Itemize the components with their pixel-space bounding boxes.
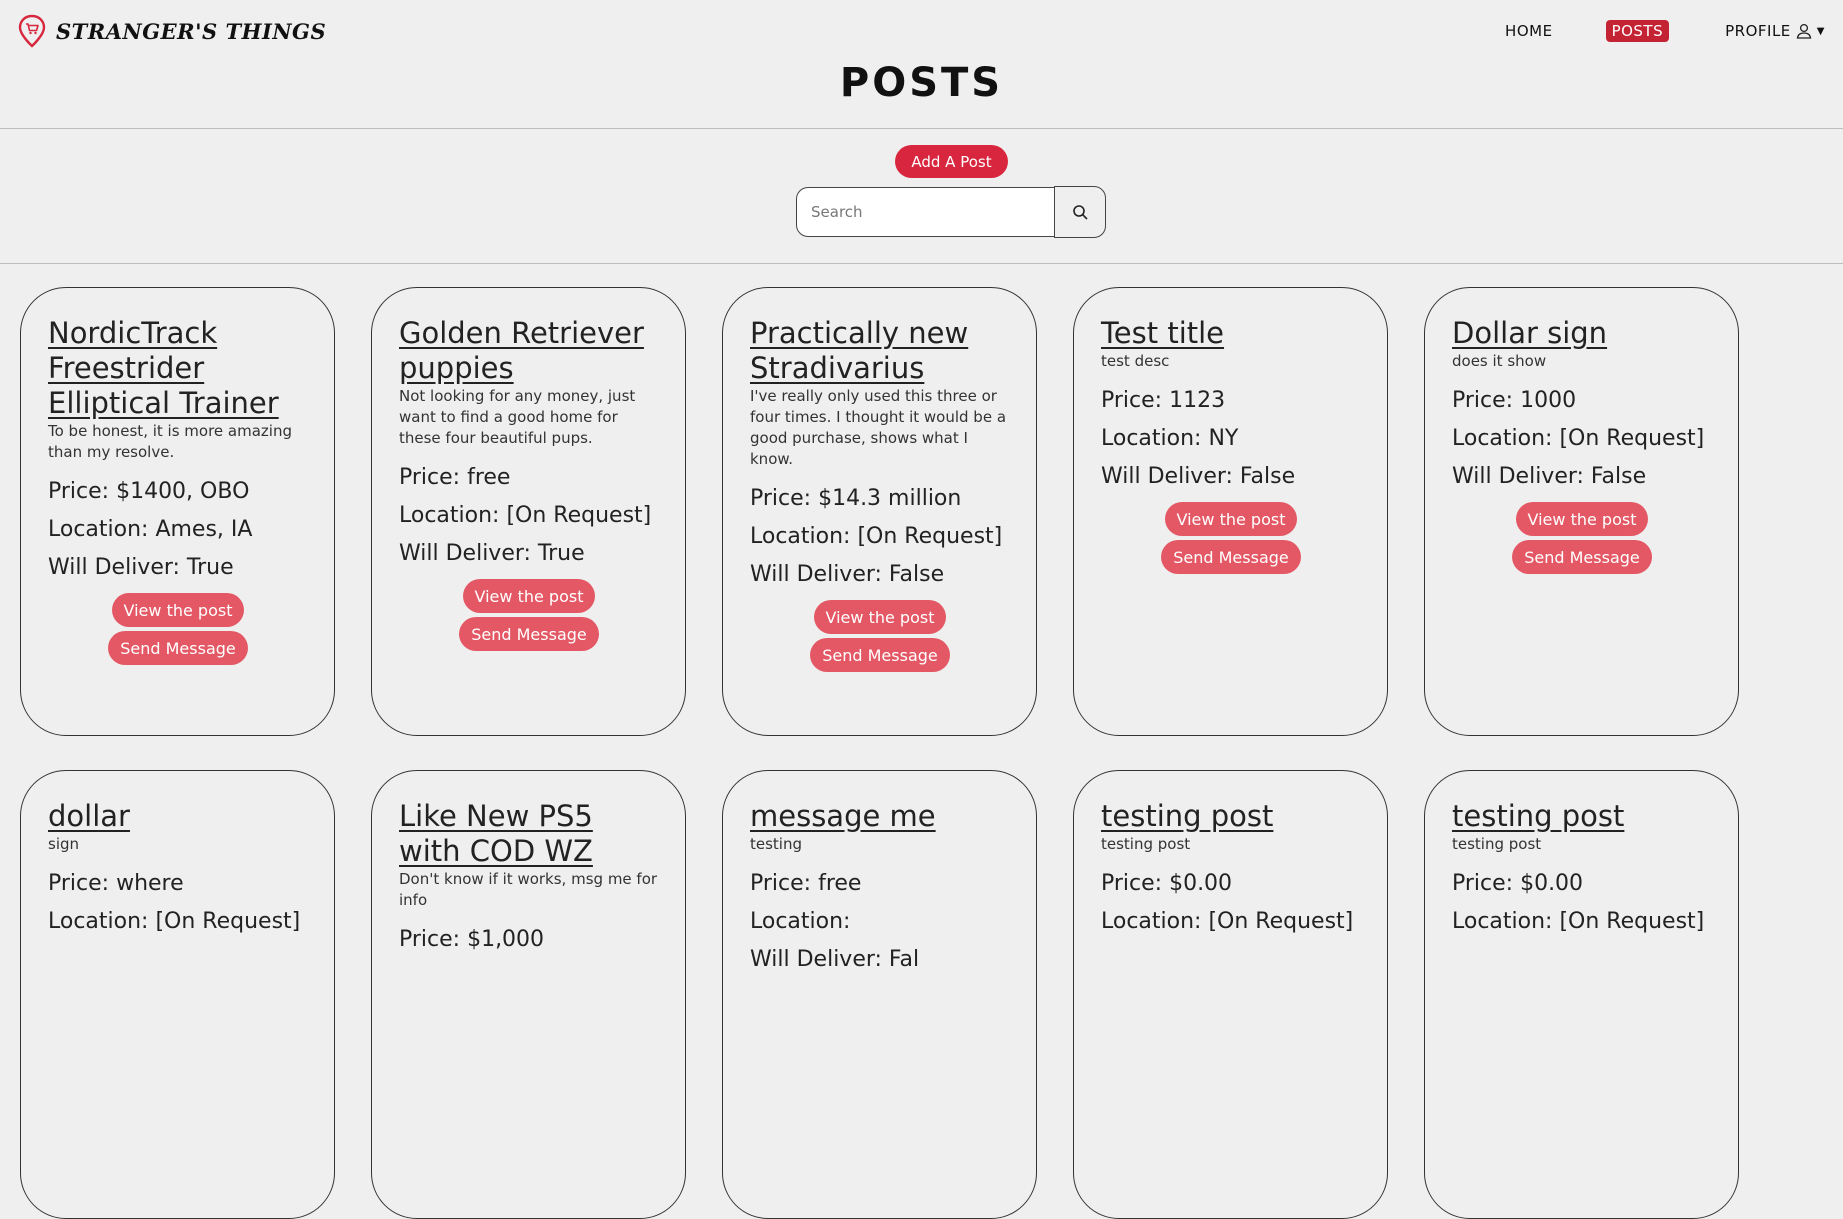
post-actions: View the post Send Message	[1101, 502, 1361, 574]
post-will-deliver: Will Deliver: False	[750, 562, 945, 587]
post-price: Price: $1,000	[399, 927, 545, 952]
search-bar	[796, 186, 1106, 238]
post-price: Price: $0.00	[1452, 871, 1584, 896]
post-price: Price: $1400, OBO	[48, 479, 250, 504]
brand[interactable]: STRANGER'S THINGS	[18, 14, 326, 48]
post-title-link[interactable]: Practically new Stradivarius	[750, 316, 968, 385]
post-actions: View the post Send Message	[1452, 502, 1712, 574]
post-will-deliver: Will Deliver: Fal	[750, 947, 920, 972]
post-description: testing post	[1101, 835, 1191, 853]
map-pin-cart-icon	[18, 14, 46, 48]
nav-profile-dropdown[interactable]: PROFILE ▼	[1725, 22, 1825, 40]
post-price: Price: 1123	[1101, 388, 1226, 413]
search-button[interactable]	[1054, 186, 1106, 238]
post-title-link[interactable]: NordicTrack Freestrider Elliptical Train…	[48, 316, 279, 420]
view-post-button[interactable]: View the post	[1164, 502, 1298, 536]
post-title-link[interactable]: dollar	[48, 799, 130, 833]
post-price: Price: where	[48, 871, 184, 896]
post-price: Price: $14.3 million	[750, 486, 962, 511]
post-description: I've really only used this three or four…	[750, 387, 1007, 468]
divider	[0, 128, 1843, 129]
post-description: testing	[750, 835, 803, 853]
post-title-link[interactable]: Test title	[1101, 316, 1224, 350]
navbar: STRANGER'S THINGS HOME POSTS PROFILE ▼	[0, 0, 1843, 60]
post-card: message me testing Price: free Location: Wil…	[722, 770, 1037, 1219]
post-will-deliver: Will Deliver: False	[1101, 464, 1296, 489]
post-location: Location: NY	[1101, 426, 1239, 451]
view-post-button[interactable]: View the post	[111, 593, 245, 627]
post-price: Price: 1000	[1452, 388, 1577, 413]
nav-profile-label: PROFILE	[1725, 22, 1791, 40]
post-location: Location: [On Request]	[1101, 909, 1354, 934]
post-title-link[interactable]: Dollar sign	[1452, 316, 1607, 350]
post-title-link[interactable]: testing post	[1452, 799, 1624, 833]
post-description: does it show	[1452, 352, 1547, 370]
post-actions: View the post Send Message	[399, 579, 659, 651]
post-title-link[interactable]: message me	[750, 799, 936, 833]
brand-name: STRANGER'S THINGS	[56, 18, 327, 44]
post-description: test desc	[1101, 352, 1170, 370]
nav-links: HOME POSTS PROFILE ▼	[1505, 20, 1825, 42]
post-card: Test title test desc Price: 1123 Location: …	[1073, 287, 1388, 736]
post-location: Location: [On Request]	[48, 909, 301, 934]
posts-grid: NordicTrack Freestrider Elliptical Train…	[20, 287, 1739, 1219]
search-input[interactable]	[796, 187, 1054, 237]
post-actions: View the post Send Message	[48, 593, 308, 665]
post-location: Location:	[750, 909, 851, 934]
post-card: dollar sign Price: where Location: [On Requ…	[20, 770, 335, 1219]
send-message-button[interactable]: Send Message	[1512, 540, 1652, 574]
post-card: Dollar sign does it show Price: 1000 Locati…	[1424, 287, 1739, 736]
divider	[0, 263, 1843, 264]
page-title: POSTS	[839, 60, 1004, 106]
post-card: testing post testing post Price: $0.00 Loca…	[1073, 770, 1388, 1219]
post-card: Practically new Stradivarius I've really …	[722, 287, 1037, 736]
post-will-deliver: Will Deliver: True	[399, 541, 585, 566]
post-description: Don't know if it works, msg me for info	[399, 870, 658, 909]
post-title-link[interactable]: Golden Retriever puppies	[399, 316, 644, 385]
post-price: Price: $0.00	[1101, 871, 1233, 896]
post-location: Location: [On Request]	[750, 524, 1003, 549]
nav-home-link[interactable]: HOME	[1505, 22, 1553, 40]
search-icon	[1072, 204, 1088, 220]
post-description: sign	[48, 835, 80, 853]
post-location: Location: [On Request]	[1452, 426, 1705, 451]
send-message-button[interactable]: Send Message	[108, 631, 248, 665]
post-location: Location: Ames, IA	[48, 517, 253, 542]
view-post-button[interactable]: View the post	[1515, 502, 1649, 536]
post-title-link[interactable]: Like New PS5 with COD WZ	[399, 799, 593, 868]
post-price: Price: free	[750, 871, 862, 896]
post-will-deliver: Will Deliver: False	[1452, 464, 1647, 489]
send-message-button[interactable]: Send Message	[810, 638, 950, 672]
user-icon	[1796, 23, 1812, 39]
post-description: Not looking for any money, just want to …	[399, 387, 636, 447]
nav-posts-link[interactable]: POSTS	[1605, 20, 1670, 42]
post-price: Price: free	[399, 465, 511, 490]
view-post-button[interactable]: View the post	[813, 600, 947, 634]
post-card: NordicTrack Freestrider Elliptical Train…	[20, 287, 335, 736]
post-description: testing post	[1452, 835, 1542, 853]
post-card: Golden Retriever puppies Not looking for …	[371, 287, 686, 736]
post-card: Like New PS5 with COD WZ Don't know if it…	[371, 770, 686, 1219]
add-post-button[interactable]: Add A Post	[895, 145, 1008, 178]
view-post-button[interactable]: View the post	[462, 579, 596, 613]
post-location: Location: [On Request]	[1452, 909, 1705, 934]
post-card: testing post testing post Price: $0.00 Loca…	[1424, 770, 1739, 1219]
post-will-deliver: Will Deliver: True	[48, 555, 234, 580]
post-actions: View the post Send Message	[750, 600, 1010, 672]
post-title-link[interactable]: testing post	[1101, 799, 1273, 833]
send-message-button[interactable]: Send Message	[459, 617, 599, 651]
post-location: Location: [On Request]	[399, 503, 652, 528]
post-description: To be honest, it is more amazing than my…	[48, 422, 292, 461]
send-message-button[interactable]: Send Message	[1161, 540, 1301, 574]
caret-down-icon: ▼	[1816, 25, 1825, 37]
